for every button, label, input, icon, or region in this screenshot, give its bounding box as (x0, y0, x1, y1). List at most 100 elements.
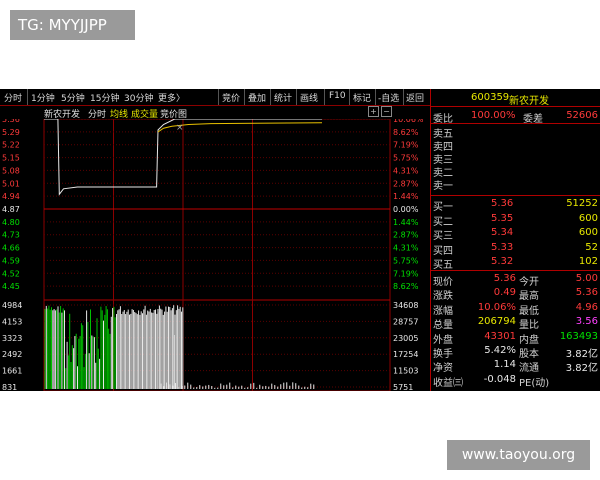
vol-tick-label-right: 23005 (393, 334, 418, 343)
stat-label: 内盘 (519, 334, 539, 346)
stat-row: 现价 5.36 今开 5.00 (431, 273, 600, 288)
bid-price: 5.33 (491, 241, 514, 253)
pct-tick-label: 8.62% (393, 128, 419, 137)
stat-label: 今开 (519, 277, 539, 288)
tab-1min[interactable]: 1分钟 (31, 91, 55, 104)
ask-row: 卖四 (431, 138, 600, 153)
bid-price: 5.32 (491, 256, 514, 267)
pct-tick-label: 2.87% (393, 231, 419, 240)
stat-value: 3.56 (575, 316, 598, 328)
stat-value: 206794 (477, 316, 516, 328)
price-tick-label: 5.01 (2, 179, 20, 188)
weibi-row: 委比 100.00% 委差 52606 (431, 110, 600, 125)
stat-row: 净资 1.14 流通 3.82亿 (431, 359, 600, 375)
pct-tick-label: 7.19% (393, 141, 419, 150)
weibi-value: 100.00% (471, 110, 516, 121)
stock-name: 新农开发 (509, 96, 549, 107)
pct-tick-label: 1.44% (393, 192, 419, 201)
pct-tick-label: 1.44% (393, 218, 419, 227)
price-tick-label: 5.15 (2, 154, 20, 163)
draw-line-button[interactable]: 画线 (300, 91, 318, 104)
stat-value: 5.42% (484, 345, 516, 356)
tab-5min[interactable]: 5分钟 (61, 91, 85, 104)
zoom-out-icon[interactable]: − (381, 106, 392, 117)
pct-tick-label: 4.31% (393, 166, 419, 175)
price-tick-label: 4.45 (2, 282, 20, 291)
bid-volume: 52 (585, 241, 598, 253)
vol-tick-label-right: 11503 (393, 367, 418, 376)
stat-row: 外盘 43301 内盘 163493 (431, 330, 600, 346)
ask-row: 卖一 (431, 177, 600, 192)
tab-15min[interactable]: 15分钟 (90, 91, 119, 104)
bid-price: 5.36 (491, 198, 514, 209)
bid-row: 买二 5.35 600 (431, 212, 600, 228)
stat-row: 涨跌 0.49 最高 5.36 (431, 287, 600, 303)
chart-toolbar: 新农开发 分时 均线 成交量 竞价图 + − (0, 106, 430, 120)
f10-button[interactable]: F10 (329, 91, 346, 101)
stat-label: 涨幅 (433, 305, 453, 317)
stat-label: 流通 (519, 363, 539, 375)
price-tick-label: 5.29 (2, 128, 20, 137)
stat-label: 最低 (519, 305, 539, 317)
vol-tick-label: 3323 (2, 334, 22, 343)
price-tick-label: 4.73 (2, 231, 20, 240)
stat-value: 5.36 (575, 287, 598, 299)
pct-tick-label: 5.75% (393, 154, 419, 163)
price-tick-label: 5.08 (2, 166, 20, 175)
pct-tick-label: 0.00% (393, 205, 419, 214)
vol-tick-label: 4153 (2, 317, 22, 326)
price-tick-label: 4.94 (2, 192, 20, 201)
back-button[interactable]: 返回 (406, 91, 424, 104)
stat-value: 5.00 (575, 273, 598, 284)
bid-volume: 600 (578, 212, 598, 224)
bid-row: 买五 5.32 102 (431, 256, 600, 271)
stat-label: 股本 (519, 349, 539, 360)
bid-price: 5.35 (491, 212, 514, 224)
statistics-button[interactable]: 统计 (274, 91, 292, 104)
stat-row: 总量 206794 量比 3.56 (431, 316, 600, 332)
overlay-button[interactable]: 叠加 (248, 91, 266, 104)
zoom-in-icon[interactable]: + (368, 106, 379, 117)
vol-tick-label: 831 (2, 383, 17, 391)
vol-tick-label-right: 34608 (393, 301, 418, 310)
bid-row: 买三 5.34 600 (431, 227, 600, 242)
pct-tick-label: 4.31% (393, 244, 419, 253)
stat-label: 收益㈢ (433, 377, 463, 389)
stat-value: 5.36 (493, 273, 516, 284)
bid-volume: 51252 (566, 198, 598, 209)
vol-tick-label: 2492 (2, 350, 22, 359)
stat-value: 3.82亿 (565, 349, 598, 360)
intraday-chart[interactable]: 5.36 10.06% 5.29 8.62% 5.22 7.19% 5.15 5.75% 5.0… (0, 119, 430, 391)
stat-value: -0.048 (483, 373, 516, 385)
bid-label: 买四 (433, 245, 453, 257)
mark-button[interactable]: 标记 (353, 91, 371, 104)
stat-label: 现价 (433, 277, 453, 288)
remove-watchlist-button[interactable]: -自选 (378, 91, 399, 104)
tab-fenshi[interactable]: 分时 (4, 91, 22, 104)
bid-row: 买一 5.36 51252 (431, 198, 600, 213)
stat-label: 换手 (433, 349, 453, 360)
tab-more[interactable]: 更多〉 (158, 91, 185, 104)
stat-value: 43301 (484, 330, 516, 342)
stat-label: 量比 (519, 320, 539, 332)
price-tick-label: 4.59 (2, 256, 20, 265)
bid-label: 买五 (433, 260, 453, 271)
auction-button[interactable]: 竞价 (222, 91, 240, 104)
stat-value: 4.96 (575, 301, 598, 313)
tab-30min[interactable]: 30分钟 (124, 91, 153, 104)
price-tick-label: 4.66 (2, 244, 20, 253)
vol-tick-label: 4984 (2, 301, 22, 310)
stat-row: 换手 5.42% 股本 3.82亿 (431, 345, 600, 360)
bid-volume: 102 (578, 256, 598, 267)
price-tick-label: 4.87 (2, 205, 20, 214)
ask-row: 卖三 (431, 151, 600, 166)
stat-label: 总量 (433, 320, 453, 332)
price-tick-label: 4.52 (2, 269, 20, 278)
stat-label: 最高 (519, 291, 539, 303)
watermark-top-left: TG: MYYJJPP (10, 10, 135, 40)
ask-row: 卖二 (431, 164, 600, 179)
stat-value: 10.06% (477, 301, 516, 313)
vol-tick-label-right: 17254 (393, 350, 418, 359)
quote-header: 600359 新农开发 (431, 89, 600, 107)
bid-label: 买一 (433, 202, 453, 213)
